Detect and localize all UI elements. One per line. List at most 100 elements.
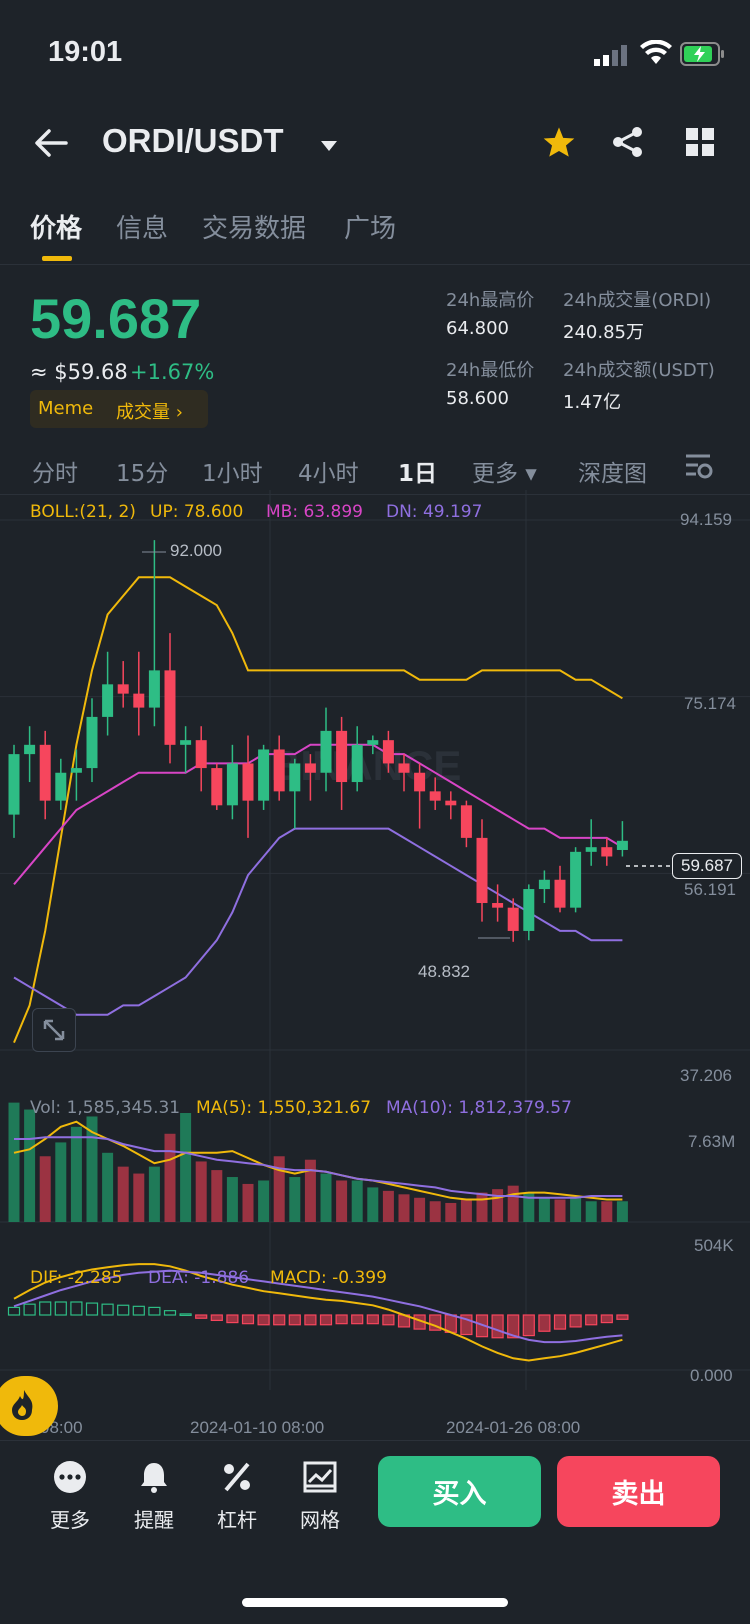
- toolbar-margin[interactable]: 杠杆: [202, 1460, 272, 1533]
- macd-bar: [600, 1314, 613, 1324]
- candle-body: [226, 763, 238, 806]
- macd-bar: [117, 1304, 130, 1316]
- candle-body: [554, 879, 566, 908]
- macd-bar: [569, 1314, 582, 1328]
- volume-bar: [211, 1170, 223, 1222]
- toolbar-grid[interactable]: 网格: [285, 1460, 355, 1533]
- buy-button[interactable]: 买入: [378, 1456, 541, 1527]
- expand-chart-icon[interactable]: [32, 1008, 76, 1052]
- low-label: 24h最低价: [446, 360, 535, 381]
- price-chart[interactable]: BINANCE: [0, 490, 750, 1430]
- tab-info[interactable]: 信息: [116, 208, 168, 245]
- macd-bar: [70, 1301, 83, 1316]
- volume-tick-top: 7.63M: [688, 1132, 736, 1151]
- macd-bar: [54, 1301, 67, 1316]
- volume-bar: [538, 1197, 550, 1222]
- volume-ma5: MA(5): 1,550,321.67: [196, 1098, 372, 1118]
- candle-body: [429, 791, 441, 801]
- macd-bar: [39, 1301, 52, 1316]
- candle-body: [164, 670, 176, 745]
- interval-time[interactable]: 分时: [32, 454, 78, 488]
- candle-body: [398, 763, 410, 773]
- macd-bar: [273, 1314, 286, 1326]
- volume-bar: [180, 1113, 192, 1222]
- toolbar-more[interactable]: 更多: [35, 1460, 105, 1533]
- candle-body: [55, 772, 67, 801]
- volume-bar: [273, 1156, 285, 1222]
- macd-bar: [288, 1314, 301, 1326]
- candle-body: [585, 847, 597, 852]
- pair-dropdown-caret-icon[interactable]: [320, 137, 338, 156]
- fire-float-button[interactable]: [0, 1376, 58, 1436]
- tab-active-indicator: [42, 256, 72, 261]
- candle-body: [351, 744, 363, 783]
- grid-trading-icon: [303, 1461, 337, 1493]
- grid-menu-icon[interactable]: [686, 128, 714, 160]
- volume-bar: [164, 1133, 176, 1222]
- candle-body: [273, 749, 285, 792]
- interval-1d[interactable]: 1日: [398, 454, 437, 488]
- candle-body: [86, 716, 98, 769]
- interval-more[interactable]: 更多 ▾: [472, 454, 537, 488]
- candle-body: [117, 684, 129, 694]
- tag-volume[interactable]: 成交量 ›: [116, 398, 183, 424]
- candle-body: [367, 740, 379, 745]
- candle-body: [492, 903, 504, 908]
- low-value: 58.600: [446, 388, 509, 409]
- candle-body: [133, 693, 145, 708]
- volume-bar: [226, 1177, 238, 1222]
- volume-bar: [304, 1159, 316, 1222]
- back-arrow-icon[interactable]: [34, 128, 68, 162]
- candle-body: [570, 851, 582, 908]
- candle-body: [460, 805, 472, 838]
- volume-bar: [24, 1109, 36, 1222]
- candle-body: [8, 754, 20, 815]
- macd-bar: [319, 1314, 333, 1326]
- depth-chart-tab[interactable]: 深度图: [578, 454, 647, 488]
- interval-1h[interactable]: 1小时: [202, 454, 263, 488]
- candle-body: [304, 763, 316, 773]
- macd-bar: [179, 1313, 192, 1317]
- vol-usdt-label: 24h成交额(USDT): [563, 360, 715, 381]
- macd-bar: [257, 1314, 270, 1326]
- volume-bar: [117, 1166, 129, 1222]
- vol-ordi-value: 240.85万: [563, 322, 644, 343]
- volume-bar: [570, 1197, 582, 1222]
- macd-bar: [241, 1314, 255, 1325]
- volume-ma10: MA(10): 1,812,379.57: [386, 1098, 572, 1118]
- high-value: 64.800: [446, 318, 509, 339]
- interval-15m[interactable]: 15分: [116, 454, 168, 488]
- favorite-star-icon[interactable]: [542, 126, 576, 162]
- bell-icon: [141, 1463, 167, 1493]
- candle-body: [320, 730, 332, 773]
- price-tick-top: 94.159: [680, 510, 732, 529]
- sell-button[interactable]: 卖出: [557, 1456, 720, 1527]
- candle-body: [211, 768, 223, 806]
- macd-bar: [163, 1310, 177, 1316]
- x-tick-2: 2024-01-10 08:00: [190, 1418, 325, 1437]
- toolbar-more-label: 更多: [50, 1508, 90, 1532]
- tab-trading-data[interactable]: 交易数据: [202, 208, 306, 245]
- tag-meme[interactable]: Meme: [38, 398, 93, 419]
- toolbar-alert[interactable]: 提醒: [119, 1460, 189, 1533]
- candle-body: [258, 749, 270, 801]
- candle-body: [39, 744, 51, 801]
- tab-price[interactable]: 价格: [30, 208, 82, 245]
- volume-bar: [289, 1177, 301, 1222]
- candle-body: [148, 670, 160, 708]
- volume-bar: [398, 1194, 410, 1222]
- volume-bar: [195, 1161, 207, 1222]
- chart-settings-icon[interactable]: [684, 452, 714, 484]
- volume-bar: [507, 1185, 519, 1222]
- share-icon[interactable]: [612, 126, 644, 162]
- volume-bar: [70, 1126, 82, 1222]
- interval-4h[interactable]: 4小时: [298, 454, 359, 488]
- macd-bar: [210, 1314, 223, 1322]
- tab-square[interactable]: 广场: [344, 208, 396, 245]
- macd-dea: DEA: -1.886: [148, 1268, 250, 1288]
- candle-body: [336, 730, 348, 783]
- candle-body: [601, 847, 613, 857]
- macd-bar: [553, 1314, 567, 1330]
- pair-title[interactable]: ORDI/USDT: [102, 122, 284, 160]
- high-label: 24h最高价: [446, 290, 535, 311]
